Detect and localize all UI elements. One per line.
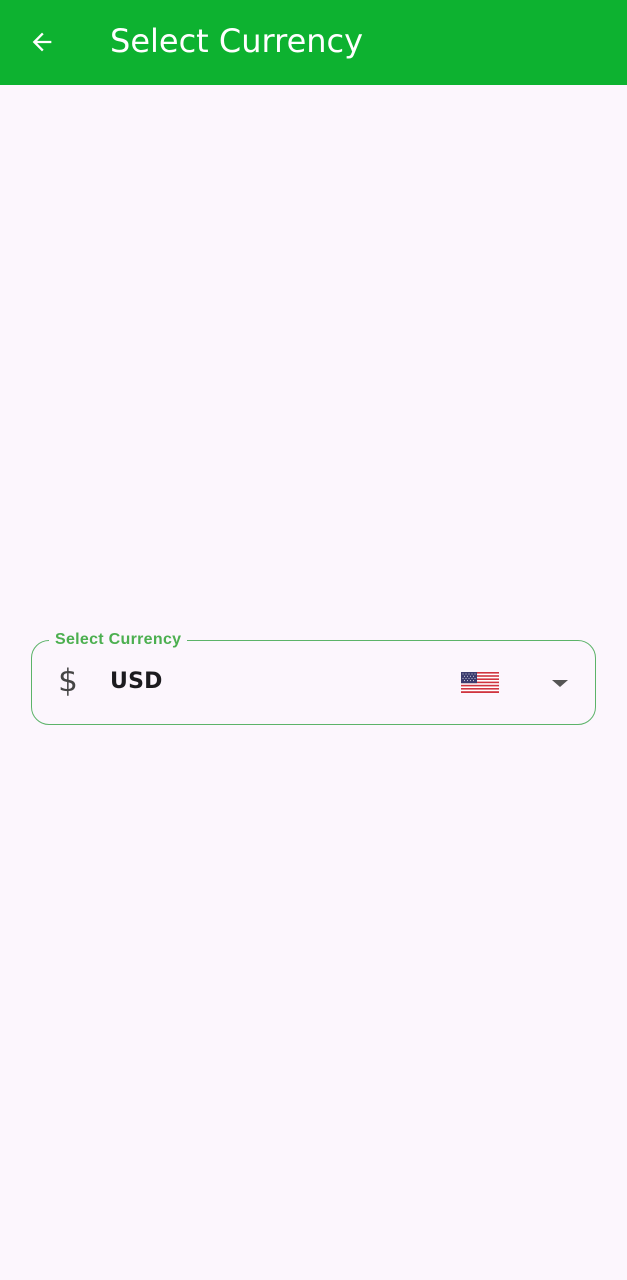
currency-dropdown[interactable]: Select Currency $ USD <box>31 630 596 725</box>
app-bar: Select Currency <box>0 0 627 85</box>
selected-currency-value: USD <box>110 669 163 694</box>
back-button[interactable] <box>18 18 66 66</box>
arrow-back-icon <box>32 32 52 52</box>
us-flag-icon <box>461 672 499 693</box>
arrow-drop-down-icon <box>552 680 568 687</box>
dollar-icon: $ <box>58 663 78 699</box>
currency-field-label: Select Currency <box>49 630 188 650</box>
page-title: Select Currency <box>110 22 364 60</box>
